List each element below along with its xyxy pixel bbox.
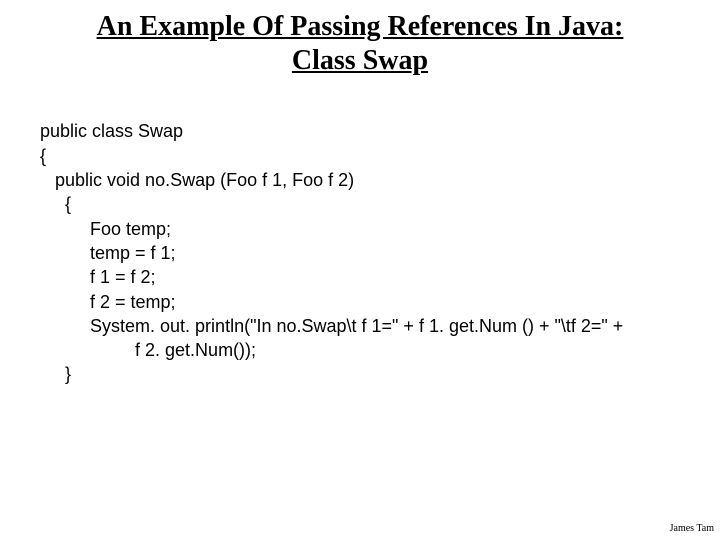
code-line: } <box>40 364 71 384</box>
code-line: { <box>40 146 46 166</box>
code-line: public class Swap <box>40 121 183 141</box>
code-line: Foo temp; <box>40 219 171 239</box>
code-block: public class Swap { public void no.Swap … <box>40 95 680 387</box>
code-line: temp = f 1; <box>40 243 176 263</box>
title-line-1: An Example Of Passing References In Java… <box>97 11 624 42</box>
code-line: f 1 = f 2; <box>40 267 156 287</box>
footer-author: James Tam <box>670 523 714 534</box>
code-line: f 2. get.Num()); <box>40 340 256 360</box>
slide-title: An Example Of Passing References In Java… <box>40 10 680 77</box>
code-line: public void no.Swap (Foo f 1, Foo f 2) <box>40 170 354 190</box>
code-line: { <box>40 194 71 214</box>
code-line: System. out. println("In no.Swap\t f 1="… <box>40 316 623 336</box>
title-line-2: Class Swap <box>292 45 428 76</box>
slide: An Example Of Passing References In Java… <box>0 0 720 540</box>
code-line: f 2 = temp; <box>40 292 176 312</box>
